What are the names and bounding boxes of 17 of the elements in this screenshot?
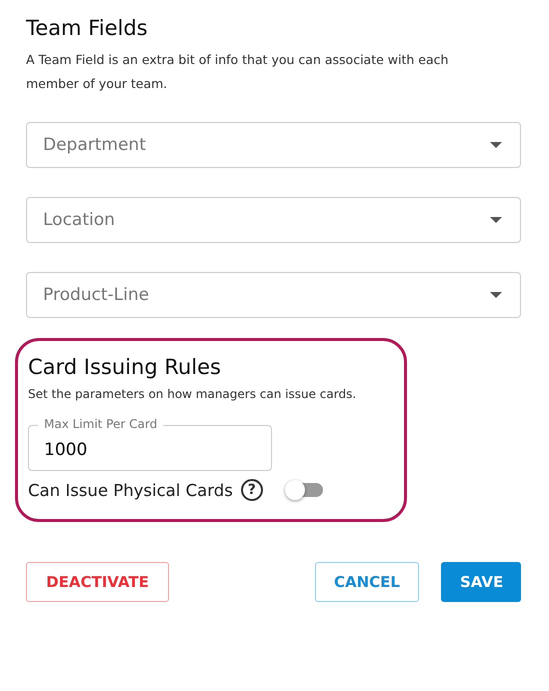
help-icon[interactable]: ? <box>240 479 263 501</box>
dropdown-field[interactable]: Department <box>26 122 521 168</box>
dropdown-field[interactable]: Location <box>26 197 521 243</box>
section-title: Card Issuing Rules <box>28 355 222 379</box>
cancel-button[interactable]: CANCEL <box>315 562 419 602</box>
limit-field[interactable]: Max Limit Per Card 1000 <box>28 416 272 471</box>
section-description: Set the parameters on how managers can issue cards. <box>28 387 358 401</box>
caret-icon <box>490 292 502 298</box>
toggle-label: Can Issue Physical Cards <box>28 480 233 500</box>
toggle-switch[interactable] <box>284 480 325 500</box>
section-title: Team Fields <box>26 16 149 40</box>
save-button[interactable]: SAVE <box>441 562 521 602</box>
dropdown-field[interactable]: Product-Line <box>26 272 521 318</box>
deactivate-button[interactable]: DEACTIVATE <box>26 562 169 602</box>
section-description: A Team Field is an extra bit of info that you can associate with each member of your team. <box>26 51 450 93</box>
caret-icon <box>490 217 502 223</box>
caret-icon <box>490 142 502 148</box>
